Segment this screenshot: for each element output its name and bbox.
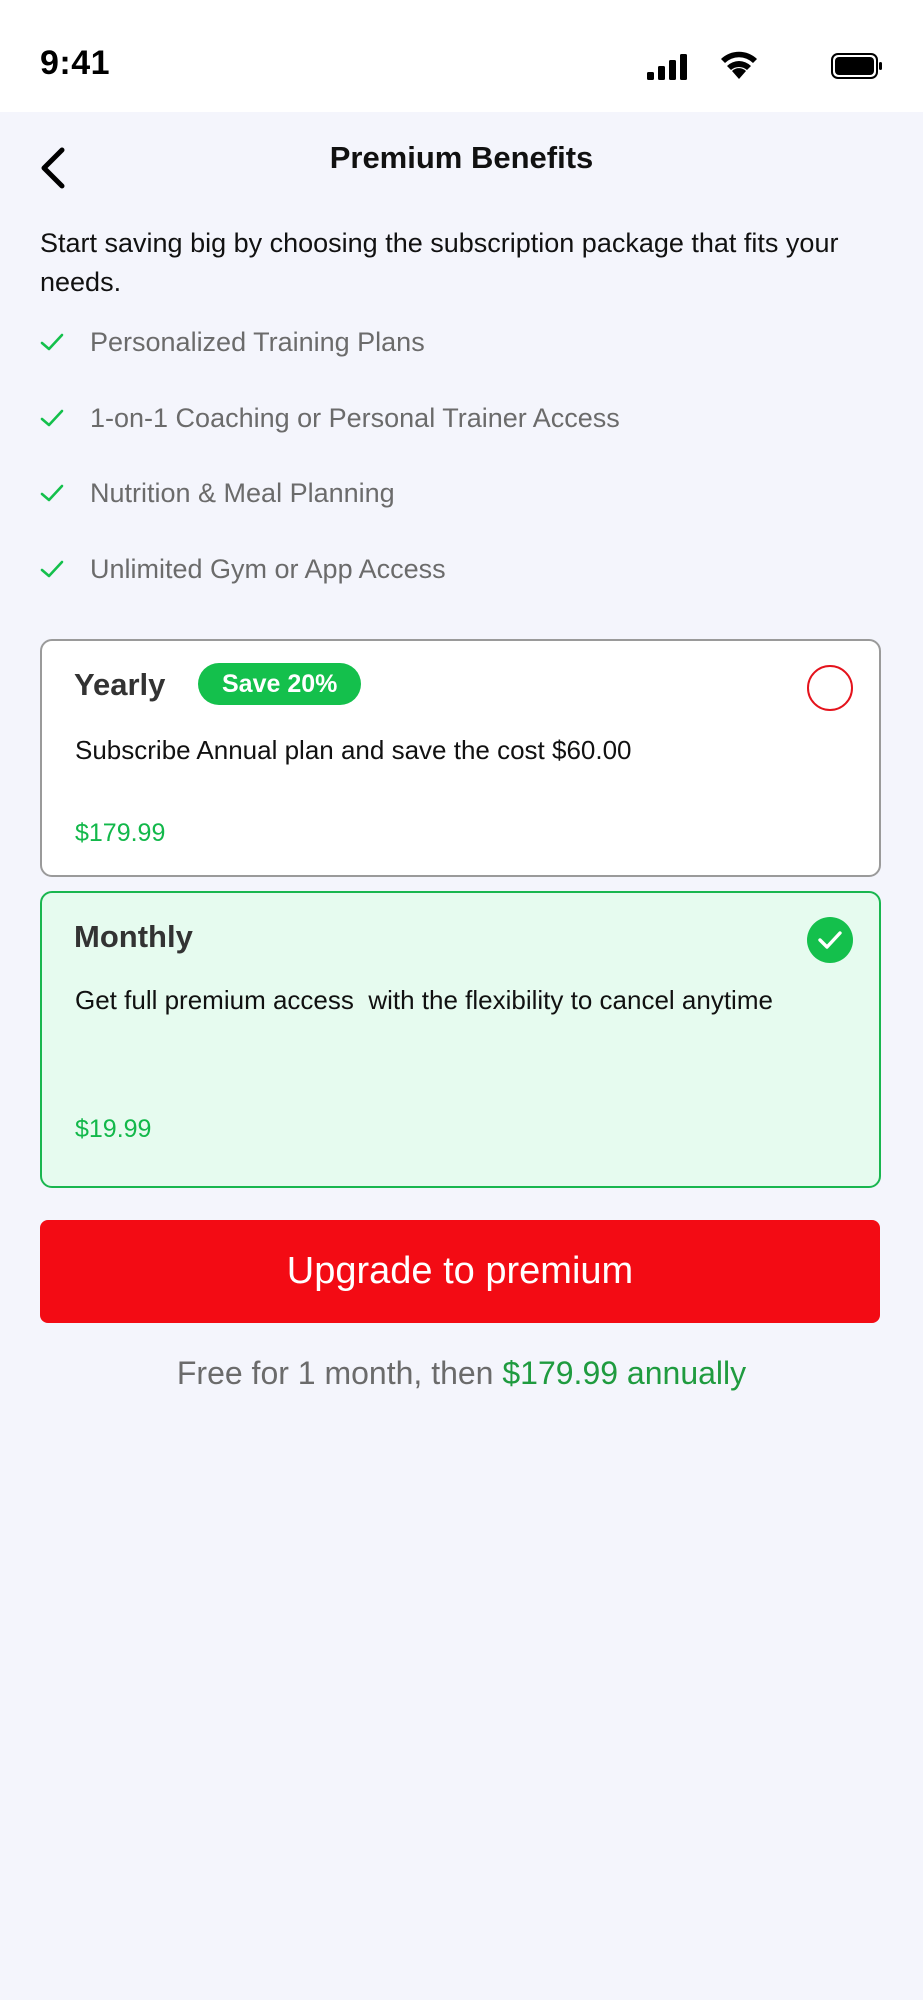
- plan-name: Yearly: [74, 667, 166, 702]
- header: Premium Benefits: [0, 112, 923, 222]
- plan-radio-selected[interactable]: [807, 917, 853, 963]
- benefit-item: Nutrition & Meal Planning: [40, 473, 395, 513]
- save-badge: Save 20%: [198, 663, 362, 705]
- plan-description: Subscribe Annual plan and save the cost …: [75, 735, 632, 765]
- wifi-icon: [721, 51, 757, 79]
- intro-text: Start saving big by choosing the subscri…: [40, 228, 839, 297]
- plan-price: $19.99: [75, 1115, 152, 1143]
- check-icon: [40, 409, 64, 427]
- benefit-label: 1-on-1 Coaching or Personal Trainer Acce…: [90, 402, 620, 433]
- status-bar: 9:41: [0, 0, 923, 112]
- plan-card-monthly[interactable]: Monthly Get full premium access with the…: [40, 891, 881, 1188]
- footnote-prefix: Free for 1 month, then: [176, 1355, 503, 1391]
- checkmark-icon: [818, 931, 842, 949]
- benefit-label: Personalized Training Plans: [90, 326, 425, 357]
- benefit-label: Nutrition & Meal Planning: [90, 477, 395, 508]
- benefit-item: 1-on-1 Coaching or Personal Trainer Acce…: [40, 398, 620, 438]
- upgrade-button[interactable]: Upgrade to premium: [40, 1220, 880, 1323]
- check-icon: [40, 333, 64, 351]
- plan-card-yearly[interactable]: Yearly Save 20% Subscribe Annual plan an…: [40, 639, 881, 877]
- check-icon: [40, 484, 64, 502]
- benefit-item: Unlimited Gym or App Access: [40, 549, 446, 589]
- signal-icon: [647, 54, 687, 80]
- benefit-item: Personalized Training Plans: [40, 322, 425, 362]
- plan-radio-unselected[interactable]: [807, 665, 853, 711]
- page-title: Premium Benefits: [329, 140, 594, 175]
- status-time: 9:41: [40, 44, 111, 82]
- plan-name: Monthly: [74, 919, 193, 954]
- battery-icon: [831, 53, 882, 79]
- plan-description: Get full premium access with the flexibi…: [75, 985, 773, 1015]
- benefit-label: Unlimited Gym or App Access: [90, 553, 446, 584]
- plan-price: $179.99: [75, 819, 166, 847]
- footnote-price: $179.99 annually: [502, 1355, 747, 1391]
- check-icon: [40, 560, 64, 578]
- status-icons: [623, 50, 883, 82]
- pricing-footnote: Free for 1 month, then $179.99 annually: [0, 1355, 923, 1392]
